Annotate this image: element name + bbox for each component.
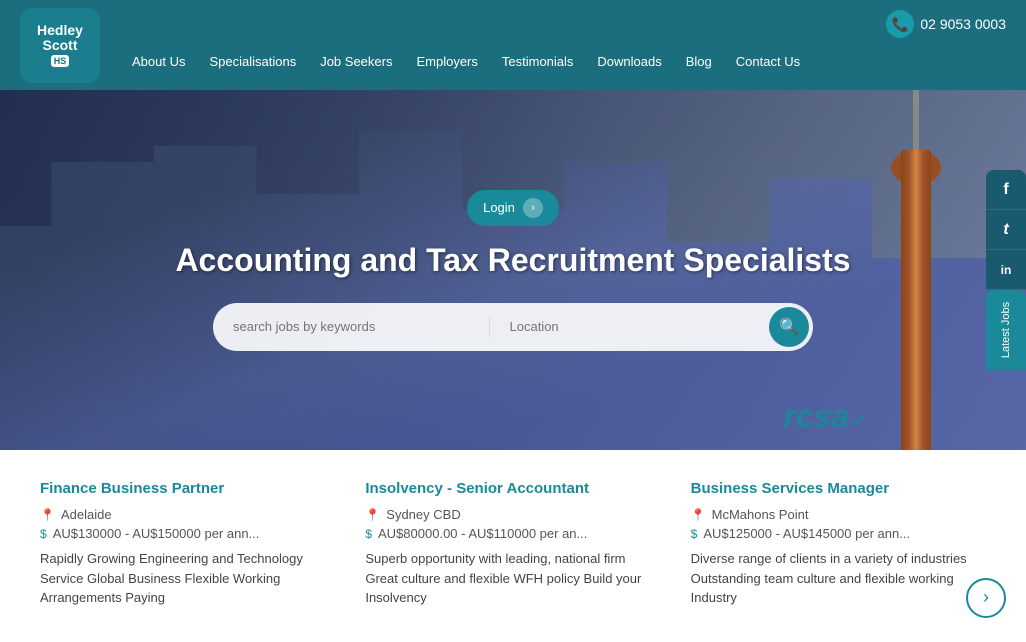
top-contact: 📞 02 9053 0003	[886, 10, 1006, 38]
search-bar: 🔍	[213, 303, 813, 351]
rcsa-checkmark: ✓	[849, 410, 866, 432]
login-button[interactable]: Login ›	[467, 190, 559, 226]
facebook-button[interactable]: f	[986, 170, 1026, 210]
phone-icon: 📞	[886, 10, 914, 38]
salary-icon-3: $	[691, 527, 698, 541]
nav-blog[interactable]: Blog	[674, 54, 724, 69]
rcsa-text: rcsa	[783, 398, 849, 434]
job-card-3: Business Services Manager 📍 McMahons Poi…	[691, 480, 986, 608]
header: Hedley Scott HS About Us Specialisations…	[0, 0, 1026, 90]
login-arrow-icon: ›	[523, 198, 543, 218]
job-salary-text-3: AU$125000 - AU$145000 per ann...	[703, 526, 910, 541]
nav-about[interactable]: About Us	[120, 54, 197, 69]
job-salary-text-1: AU$130000 - AU$150000 per ann...	[53, 526, 260, 541]
job-location-text-1: Adelaide	[61, 507, 112, 522]
nav-testimonials[interactable]: Testimonials	[490, 54, 586, 69]
jobs-section: Finance Business Partner 📍 Adelaide $ AU…	[0, 450, 1026, 638]
job-location-text-2: Sydney CBD	[386, 507, 460, 522]
job-desc-1: Rapidly Growing Engineering and Technolo…	[40, 549, 335, 608]
job-desc-3: Diverse range of clients in a variety of…	[691, 549, 986, 608]
search-button[interactable]: 🔍	[769, 307, 809, 347]
location-icon-3: 📍	[691, 508, 706, 522]
job-salary-1: $ AU$130000 - AU$150000 per ann...	[40, 526, 335, 541]
latest-jobs-button[interactable]: Latest Jobs	[986, 290, 1026, 370]
job-title-3[interactable]: Business Services Manager	[691, 480, 986, 497]
job-title-2[interactable]: Insolvency - Senior Accountant	[365, 480, 660, 497]
salary-icon-1: $	[40, 527, 47, 541]
job-location-1: 📍 Adelaide	[40, 507, 335, 522]
job-desc-2: Superb opportunity with leading, nationa…	[365, 549, 660, 608]
next-button[interactable]: ›	[966, 578, 1006, 618]
nav-employers[interactable]: Employers	[404, 54, 489, 69]
job-salary-text-2: AU$80000.00 - AU$110000 per an...	[378, 526, 587, 541]
job-location-text-3: McMahons Point	[712, 507, 809, 522]
job-salary-2: $ AU$80000.00 - AU$110000 per an...	[365, 526, 660, 541]
twitter-button[interactable]: t	[986, 210, 1026, 250]
jobs-wrapper: Finance Business Partner 📍 Adelaide $ AU…	[0, 450, 1026, 638]
main-nav: About Us Specialisations Job Seekers Emp…	[120, 54, 812, 69]
login-label: Login	[483, 200, 515, 215]
location-icon-2: 📍	[365, 508, 380, 522]
hero-content: Login › Accounting and Tax Recruitment S…	[0, 190, 1026, 351]
job-card-1: Finance Business Partner 📍 Adelaide $ AU…	[40, 480, 335, 608]
job-location-3: 📍 McMahons Point	[691, 507, 986, 522]
logo[interactable]: Hedley Scott HS	[20, 8, 100, 83]
social-sidebar: f t in Latest Jobs	[986, 170, 1026, 370]
job-title-1[interactable]: Finance Business Partner	[40, 480, 335, 497]
hero-title: Accounting and Tax Recruitment Specialis…	[0, 242, 1026, 279]
hero-section: Login › Accounting and Tax Recruitment S…	[0, 90, 1026, 450]
salary-icon-2: $	[365, 527, 372, 541]
location-input[interactable]	[490, 307, 766, 346]
location-icon-1: 📍	[40, 508, 55, 522]
nav-contact[interactable]: Contact Us	[724, 54, 812, 69]
nav-specialisations[interactable]: Specialisations	[197, 54, 308, 69]
linkedin-button[interactable]: in	[986, 250, 1026, 290]
search-input[interactable]	[213, 307, 489, 346]
nav-job-seekers[interactable]: Job Seekers	[308, 54, 404, 69]
logo-line2: Scott	[43, 38, 78, 53]
phone-number: 02 9053 0003	[920, 16, 1006, 32]
nav-downloads[interactable]: Downloads	[585, 54, 673, 69]
job-card-2: Insolvency - Senior Accountant 📍 Sydney …	[365, 480, 660, 608]
rcsa-logo: rcsa✓	[783, 398, 866, 435]
logo-line1: Hedley	[37, 23, 83, 38]
logo-badge: HS	[51, 55, 70, 67]
job-salary-3: $ AU$125000 - AU$145000 per ann...	[691, 526, 986, 541]
job-location-2: 📍 Sydney CBD	[365, 507, 660, 522]
